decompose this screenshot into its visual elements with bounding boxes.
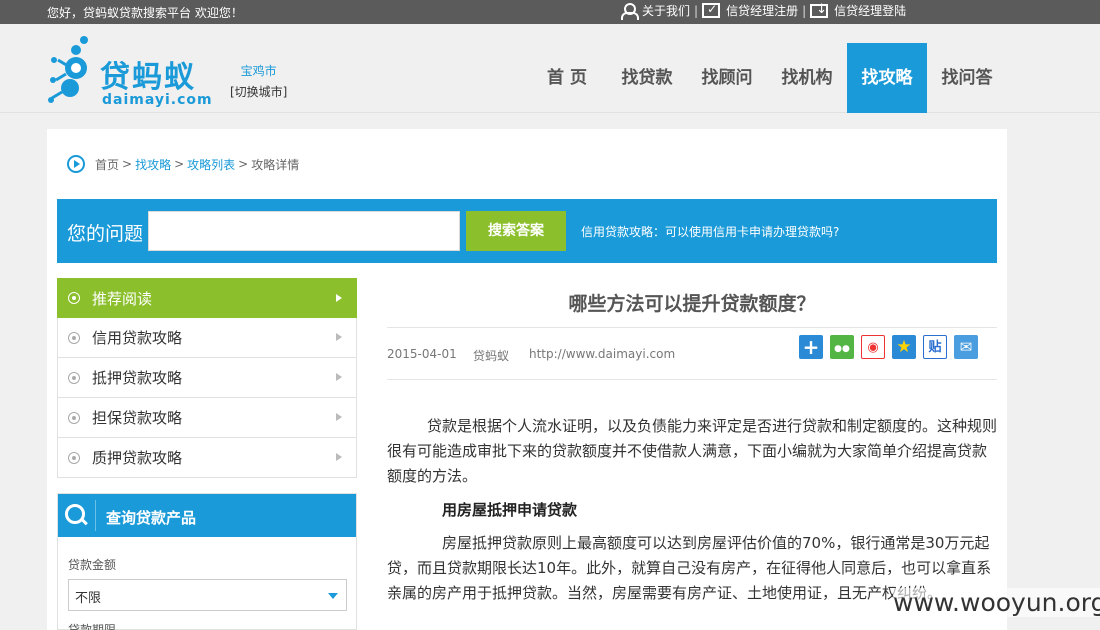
loan-amount-select[interactable]: 不限 [68, 579, 347, 611]
welcome-text: 您好，贷蚂蚁贷款搜索平台 欢迎您！ [47, 6, 243, 20]
sidebar-item-recommended[interactable]: 推荐阅读 [57, 278, 357, 318]
search-hint-link[interactable]: 信用贷款攻略：可以使用信用卡申请办理贷款吗? [581, 223, 839, 240]
question-search-input[interactable] [148, 211, 460, 251]
question-search-bar: 您的问题 搜索答案 信用贷款攻略：可以使用信用卡申请办理贷款吗? [57, 199, 997, 263]
loan-query-title: 查询贷款产品 [106, 509, 197, 527]
sidebar-item-credit-loan[interactable]: 信用贷款攻略 [57, 318, 357, 358]
breadcrumb-home[interactable]: 首页 [95, 156, 119, 173]
wechat-icon[interactable] [830, 335, 854, 359]
article-date: 2015-04-01 [387, 347, 457, 361]
arrow-right-icon [336, 333, 342, 341]
tieba-icon[interactable]: 贴 [923, 335, 947, 359]
sidebar-menu: 推荐阅读 信用贷款攻略 抵押贷款攻略 担保贷款攻略 质押贷款攻略 [57, 278, 357, 478]
ant-logo-icon [48, 36, 88, 103]
question-label: 您的问题 [67, 223, 144, 245]
loan-query-box: 查询贷款产品 贷款金额 不限 贷款期限 [57, 493, 357, 630]
main-nav: 首 页 找贷款 找顾问 找机构 找攻略 找问答 [527, 43, 1007, 113]
share-buttons: + ◉ ★ 贴 ✉ [799, 335, 985, 359]
nav-find-loan[interactable]: 找贷款 [607, 43, 687, 113]
breadcrumb-current: 攻略详情 [251, 157, 300, 172]
sidebar-item-pledge-loan[interactable]: 质押贷款攻略 [57, 438, 357, 478]
nav-find-guide[interactable]: 找攻略 [847, 43, 927, 113]
article-meta: 2015-04-01 贷蚂蚁 http://www.daimayi.com + … [387, 328, 997, 380]
chevron-down-icon [328, 593, 338, 599]
logo[interactable]: 贷蚂蚁 daimayi.com [48, 30, 218, 110]
manager-register-link[interactable]: 信贷经理注册 [702, 2, 798, 19]
loan-amount-label: 贷款金额 [68, 558, 117, 572]
circle-dot-icon [68, 371, 80, 384]
logo-text: 贷蚂蚁 [100, 60, 196, 95]
qzone-icon[interactable]: ★ [892, 335, 916, 359]
nav-home[interactable]: 首 页 [527, 43, 607, 113]
breadcrumb-guide-list[interactable]: 攻略列表 [187, 156, 235, 173]
logo-domain: daimayi.com [102, 92, 213, 108]
circle-dot-icon [68, 292, 80, 304]
sidebar-item-mortgage-loan[interactable]: 抵押贷款攻略 [57, 358, 357, 398]
nav-find-qa[interactable]: 找问答 [927, 43, 1007, 113]
top-bar: 您好，贷蚂蚁贷款搜索平台 欢迎您！ 关于我们 | 信贷经理注册 | 信贷经理登陆 [0, 0, 1100, 24]
plus-share-icon[interactable]: + [799, 335, 823, 359]
article-source-url[interactable]: http://www.daimayi.com [529, 347, 675, 361]
arrow-right-icon [336, 453, 342, 461]
arrow-right-icon [336, 413, 342, 421]
search-answer-button[interactable]: 搜索答案 [466, 211, 566, 251]
user-icon [620, 2, 639, 20]
about-us-link[interactable]: 关于我们 [620, 2, 690, 20]
content-panel: 首页 > 找攻略 > 攻略列表 > 攻略详情 您的问题 搜索答案 信用贷款攻略：… [47, 129, 1007, 630]
loan-query-header: 查询贷款产品 [58, 494, 356, 537]
nav-find-advisor[interactable]: 找顾问 [687, 43, 767, 113]
circle-dot-icon [68, 411, 80, 424]
breadcrumb-guides[interactable]: 找攻略 [135, 156, 171, 173]
article-author: 贷蚂蚁 [473, 349, 510, 363]
login-icon [810, 2, 829, 18]
nav-find-institution[interactable]: 找机构 [767, 43, 847, 113]
sidebar-item-guarantee-loan[interactable]: 担保贷款攻略 [57, 398, 357, 438]
mail-icon[interactable]: ✉ [954, 335, 978, 359]
top-links: 关于我们 | 信贷经理注册 | 信贷经理登陆 [620, 2, 906, 20]
circle-dot-icon [68, 331, 80, 344]
divider [95, 500, 96, 531]
article-title: 哪些方法可以提升贷款额度？ [387, 288, 997, 328]
city-selector: 宝鸡市 [切换城市] [230, 62, 287, 100]
arrow-right-icon [336, 373, 342, 381]
article: 哪些方法可以提升贷款额度？ 2015-04-01 贷蚂蚁 http://www.… [387, 278, 997, 606]
arrow-right-icon [336, 294, 342, 302]
article-subheading: 用房屋抵押申请贷款 [442, 501, 578, 519]
switch-city-link[interactable]: [切换城市] [230, 83, 287, 100]
circle-dot-icon [68, 451, 80, 464]
search-icon [58, 494, 93, 537]
play-circle-icon [67, 155, 85, 173]
city-name: 宝鸡市 [240, 64, 277, 78]
loan-term-label: 贷款期限 [68, 623, 117, 630]
manager-login-link[interactable]: 信贷经理登陆 [810, 2, 906, 19]
watermark: www.wooyun.org [893, 588, 1100, 617]
breadcrumb: 首页 > 找攻略 > 攻略列表 > 攻略详情 [67, 155, 299, 173]
article-paragraph: 贷款是根据个人流水证明，以及负债能力来评定是否进行贷款和制定额度的。这种规则很有… [387, 417, 998, 485]
article-body: 贷款是根据个人流水证明，以及负债能力来评定是否进行贷款和制定额度的。这种规则很有… [387, 414, 997, 606]
weibo-icon[interactable]: ◉ [861, 335, 885, 359]
header: 贷蚂蚁 daimayi.com 宝鸡市 [切换城市] 首 页 找贷款 找顾问 找… [0, 24, 1100, 113]
register-icon [702, 2, 721, 18]
